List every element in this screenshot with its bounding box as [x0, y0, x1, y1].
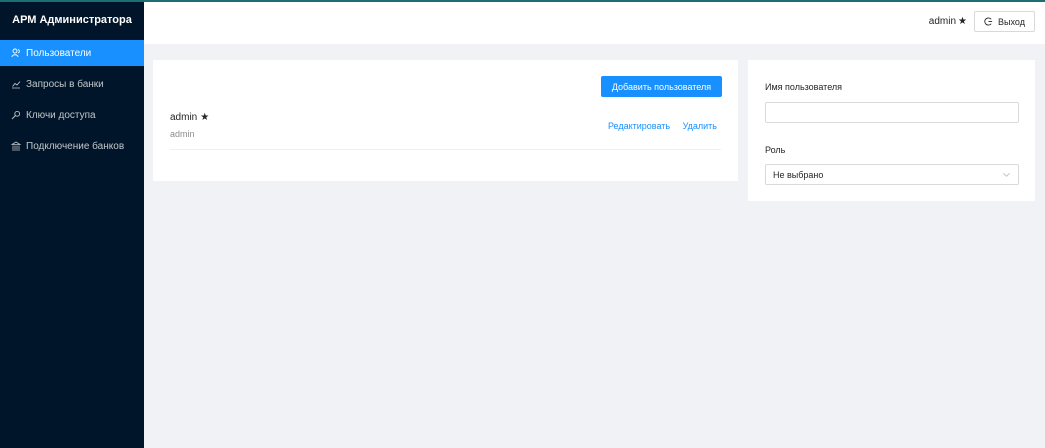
- logout-label: Выход: [998, 16, 1025, 27]
- current-user[interactable]: admin ★: [929, 16, 967, 27]
- sidebar: АРМ Администратора Пользователи Запросы …: [0, 0, 144, 448]
- star-icon: ★: [200, 112, 210, 123]
- edit-user-link[interactable]: Редактировать: [608, 121, 670, 131]
- username-filter-label: Имя пользователя: [765, 82, 843, 92]
- sidebar-item-label: Подключение банков: [26, 140, 125, 152]
- sidebar-item-access-keys[interactable]: Ключи доступа: [0, 102, 144, 128]
- key-icon: [11, 110, 21, 120]
- sidebar-item-users[interactable]: Пользователи: [0, 40, 144, 66]
- add-user-button[interactable]: Добавить пользователя: [601, 76, 722, 97]
- logout-icon: [984, 17, 993, 26]
- app-title: АРМ Администратора: [12, 14, 132, 26]
- list-item: admin ★ admin Редактировать Удалить: [170, 110, 721, 150]
- role-select[interactable]: Не выбрано: [765, 164, 1019, 185]
- sidebar-item-label: Ключи доступа: [26, 109, 96, 121]
- line-chart-icon: [11, 79, 21, 89]
- bank-icon: [11, 141, 21, 151]
- username-filter-input[interactable]: [765, 102, 1019, 123]
- top-accent-line: [0, 0, 1045, 2]
- role-filter-label: Роль: [765, 145, 786, 155]
- role-select-value: Не выбрано: [773, 169, 824, 180]
- users-card: Добавить пользователя admin ★ admin Реда…: [153, 60, 738, 181]
- star-icon: ★: [958, 16, 967, 27]
- user-name-line: admin ★: [170, 112, 209, 123]
- current-username: admin: [928, 16, 957, 27]
- sidebar-item-label: Запросы в банки: [26, 78, 104, 90]
- user-name: admin: [170, 112, 198, 123]
- user-description: admin: [170, 129, 195, 139]
- filter-card: Имя пользователя Роль Не выбрано: [748, 60, 1035, 201]
- users-icon: [11, 48, 21, 58]
- sidebar-item-bank-connections[interactable]: Подключение банков: [0, 133, 144, 159]
- user-actions: Редактировать Удалить: [598, 121, 717, 131]
- chevron-down-icon: [1003, 172, 1010, 177]
- header-bar: admin ★ Выход: [144, 2, 1045, 44]
- delete-user-link[interactable]: Удалить: [683, 121, 717, 131]
- sidebar-item-bank-requests[interactable]: Запросы в банки: [0, 71, 144, 97]
- sidebar-item-label: Пользователи: [26, 47, 92, 59]
- logout-button[interactable]: Выход: [974, 11, 1035, 32]
